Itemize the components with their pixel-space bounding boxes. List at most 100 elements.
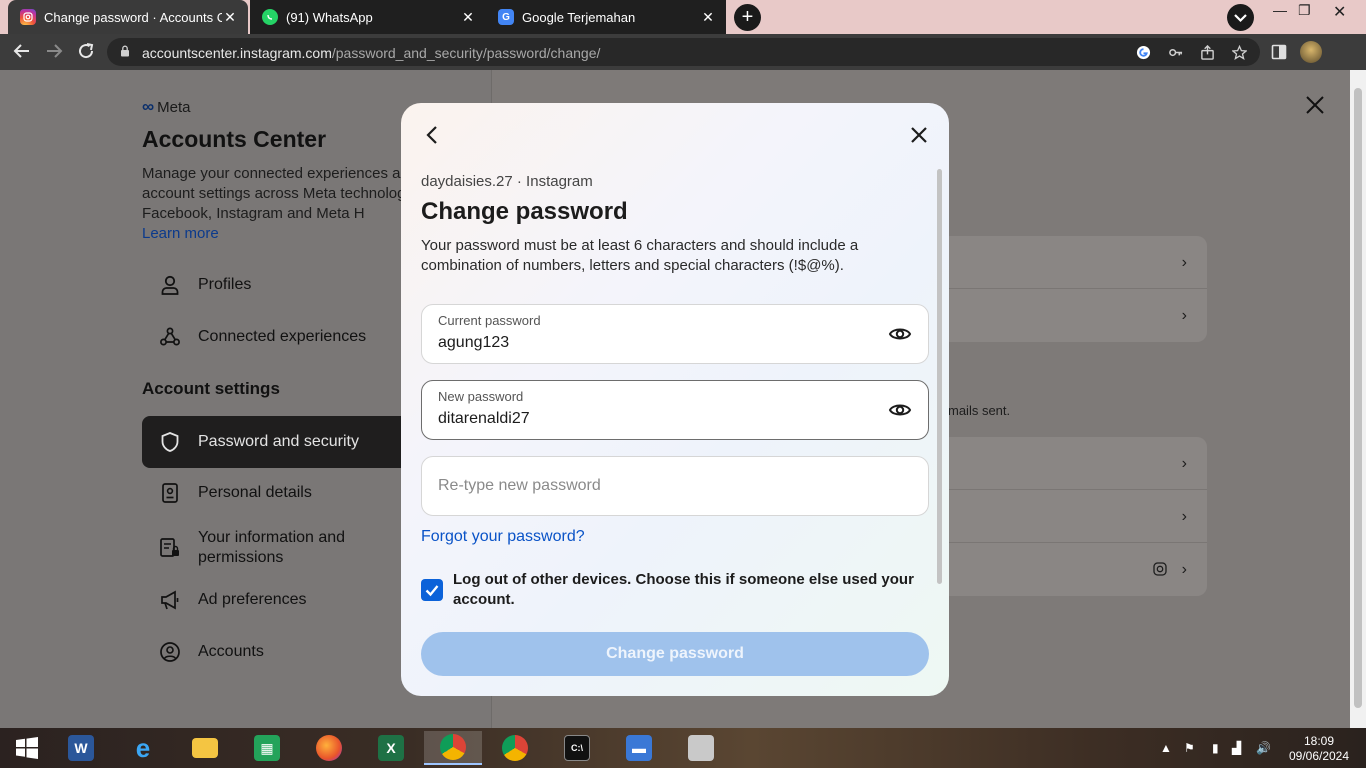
dialog-title: Change password: [421, 198, 628, 225]
minimize-icon[interactable]: —: [1273, 2, 1287, 18]
tab-accounts-center[interactable]: Change password · Accounts Cen ✕: [8, 0, 248, 34]
sidebar-item-label: Ad preferences: [198, 591, 307, 608]
scrollbar-thumb[interactable]: [1354, 88, 1362, 708]
volume-icon[interactable]: 🔊: [1256, 741, 1271, 755]
close-tab-icon[interactable]: ✕: [222, 9, 238, 26]
field-placeholder[interactable]: Re-type new password: [438, 477, 601, 495]
profile-avatar[interactable]: [1300, 41, 1322, 63]
learn-more-link[interactable]: Learn more: [142, 225, 219, 242]
clock-date: 09/06/2024: [1288, 749, 1350, 763]
google-translate-icon: G: [498, 9, 514, 25]
address-bar[interactable]: accountscenter.instagram.com/password_an…: [107, 38, 1260, 66]
taskbar-file-explorer[interactable]: [178, 731, 232, 765]
back-arrow-icon[interactable]: [13, 42, 31, 64]
window-close-icon[interactable]: ✕: [1333, 2, 1346, 22]
taskbar-firefox[interactable]: [302, 731, 356, 765]
system-clock[interactable]: 18:09 09/06/2024: [1286, 734, 1352, 764]
change-password-button[interactable]: Change password: [421, 632, 929, 676]
taskbar-chrome-profile[interactable]: [424, 731, 482, 765]
sidebar-item-information-permissions[interactable]: Your information and permissions: [142, 520, 412, 576]
dialog-scrollbar[interactable]: [937, 169, 942, 584]
meta-infinity-icon: ∞: [142, 97, 155, 116]
connected-icon: [142, 326, 198, 348]
url-domain: accountscenter.instagram.com: [142, 45, 332, 61]
id-card-icon: [142, 482, 198, 504]
current-password-field[interactable]: Current password agung123: [421, 304, 929, 364]
field-value[interactable]: agung123: [438, 334, 509, 352]
close-tab-icon[interactable]: ✕: [700, 9, 716, 26]
bookmark-star-icon[interactable]: [1232, 45, 1247, 60]
info-lock-icon: [142, 537, 198, 559]
settings-row[interactable]: ›: [940, 490, 1207, 543]
emails-sent-text: mails sent.: [948, 403, 1011, 418]
lock-icon[interactable]: [120, 45, 130, 57]
browser-toolbar: accountscenter.instagram.com/password_an…: [0, 34, 1366, 70]
checkmark-icon: [425, 585, 439, 597]
page-scrollbar[interactable]: [1350, 70, 1366, 728]
new-password-field[interactable]: New password ditarenaldi27: [421, 380, 929, 440]
start-button[interactable]: [0, 731, 54, 765]
account-settings-heading: Account settings: [142, 379, 280, 398]
excel-icon: X: [378, 735, 404, 761]
taskbar-documents[interactable]: ▬: [612, 731, 666, 765]
sidebar-item-label: Password and security: [198, 433, 359, 450]
settings-row[interactable]: ›: [940, 543, 1207, 596]
taskbar-word[interactable]: W: [54, 731, 108, 765]
url-path: /password_and_security/password/change/: [331, 45, 601, 61]
close-icon[interactable]: [907, 123, 931, 147]
close-tab-icon[interactable]: ✕: [460, 9, 476, 26]
forward-arrow-icon[interactable]: [45, 42, 63, 64]
reload-icon[interactable]: [77, 42, 95, 64]
tray-chevron-up-icon[interactable]: ▲: [1160, 741, 1172, 755]
change-password-dialog: daydaisies.27 · Instagram Change passwor…: [401, 103, 949, 696]
field-value[interactable]: ditarenaldi27: [438, 410, 530, 428]
taskbar-internet-explorer[interactable]: e: [116, 731, 170, 765]
file-explorer-icon: [192, 738, 218, 758]
password-requirements: Your password must be at least 6 charact…: [421, 237, 859, 274]
tab-whatsapp[interactable]: (91) WhatsApp ✕: [250, 0, 486, 34]
taskbar-excel[interactable]: X: [364, 731, 418, 765]
settings-row[interactable]: ›: [940, 289, 1207, 342]
side-panel-icon[interactable]: [1271, 44, 1287, 60]
megaphone-icon: [142, 589, 198, 611]
settings-row[interactable]: ›: [940, 437, 1207, 490]
logout-devices-label[interactable]: Log out of other devices. Choose this if…: [453, 570, 923, 610]
tab-title: (91) WhatsApp: [286, 9, 373, 25]
key-icon[interactable]: [1168, 45, 1183, 60]
settings-row[interactable]: ›: [940, 236, 1207, 289]
eye-icon[interactable]: [888, 324, 912, 344]
store-icon: ▦: [254, 735, 280, 761]
forgot-password-link[interactable]: Forgot your password?: [421, 528, 585, 546]
restore-icon[interactable]: ❐: [1298, 2, 1311, 19]
windows-taskbar: W e ▦ X C:\ ▬ ▲ ⚑ ▮ ▟ 🔊 18:09 09/06/2024: [0, 728, 1366, 768]
browser-tab-bar: Change password · Accounts Cen ✕ (91) Wh…: [0, 0, 1366, 34]
sidebar-item-label: Personal details: [198, 484, 312, 501]
eye-icon[interactable]: [888, 400, 912, 420]
page-title: Accounts Center: [142, 126, 327, 152]
taskbar-store[interactable]: ▦: [240, 731, 294, 765]
printer-icon: [688, 735, 714, 761]
back-chevron-icon[interactable]: [421, 123, 445, 147]
taskbar-terminal[interactable]: C:\: [550, 731, 604, 765]
chevron-right-icon: ›: [1181, 254, 1187, 271]
shield-icon: [142, 431, 198, 453]
page-close-icon[interactable]: [1304, 94, 1326, 123]
sidebar-item-label: Profiles: [198, 276, 252, 293]
network-signal-icon[interactable]: ▟: [1232, 741, 1241, 755]
logout-devices-checkbox[interactable]: [421, 579, 443, 601]
tab-google-translate[interactable]: G Google Terjemahan ✕: [486, 0, 726, 34]
chrome-icon: [502, 735, 528, 761]
taskbar-chrome[interactable]: [488, 731, 542, 765]
meta-logo: ∞ Meta: [142, 97, 190, 117]
battery-icon[interactable]: ▮: [1212, 741, 1219, 755]
new-tab-button[interactable]: +: [734, 4, 761, 31]
clock-time: 18:09: [1303, 734, 1335, 748]
chevron-right-icon: ›: [1181, 561, 1187, 578]
taskbar-printer[interactable]: [674, 731, 728, 765]
action-center-flag-icon[interactable]: ⚑: [1184, 741, 1195, 755]
instagram-icon: [1153, 562, 1167, 576]
retype-password-field[interactable]: Re-type new password: [421, 456, 929, 516]
tab-search-button[interactable]: [1227, 4, 1254, 31]
share-icon[interactable]: [1200, 45, 1215, 60]
google-lens-icon[interactable]: [1136, 45, 1151, 60]
